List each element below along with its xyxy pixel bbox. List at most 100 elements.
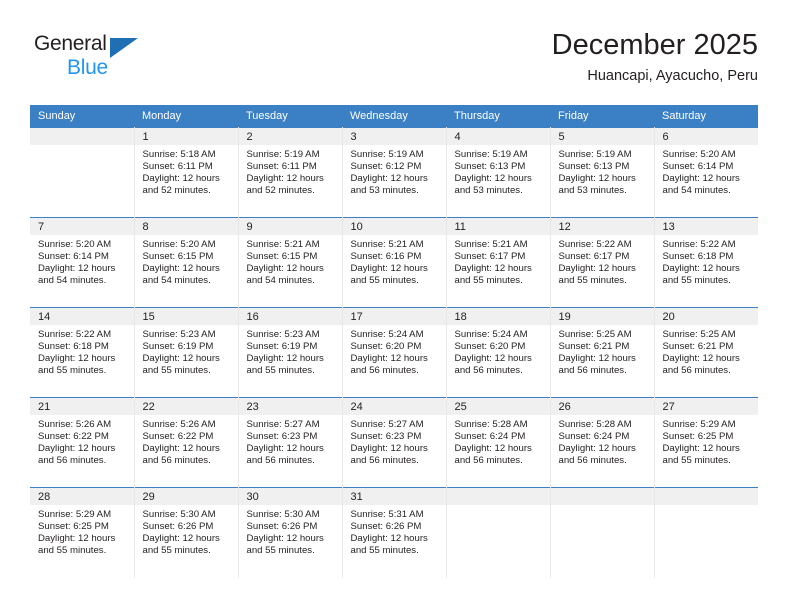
day-number: 12 — [550, 218, 654, 235]
calendar-day-cell[interactable]: 30 Sunrise: 5:30 AM Sunset: 6:26 PM Dayligh… — [238, 487, 343, 578]
daylight-duration: Daylight: 12 hours and 55 minutes. — [246, 532, 324, 556]
calendar-day-cell[interactable]: 14 Sunrise: 5:22 AM Sunset: 6:18 PM Dayligh… — [30, 307, 135, 398]
day-number: 9 — [238, 218, 342, 235]
daylight-duration: Daylight: 12 hours and 53 minutes. — [350, 172, 428, 196]
weekday-header-wednesday: Wednesday — [342, 105, 446, 128]
calendar-day-cell[interactable]: 11 Sunrise: 5:21 AM Sunset: 6:17 PM Dayligh… — [446, 217, 551, 308]
day-number: 22 — [134, 398, 238, 415]
day-number: 25 — [446, 398, 550, 415]
day-details: Sunrise: 5:23 AM Sunset: 6:19 PM Daylight:… — [135, 325, 238, 377]
daylight-duration: Daylight: 12 hours and 52 minutes. — [142, 172, 220, 196]
daylight-duration: Daylight: 12 hours and 56 minutes. — [662, 352, 740, 376]
calendar-day-cell[interactable]: 17 Sunrise: 5:24 AM Sunset: 6:20 PM Dayligh… — [342, 307, 447, 398]
sunset-time: Sunset: 6:24 PM — [558, 430, 630, 442]
calendar-day-cell[interactable]: 19 Sunrise: 5:25 AM Sunset: 6:21 PM Dayligh… — [550, 307, 655, 398]
sunrise-time: Sunrise: 5:24 AM — [454, 329, 528, 340]
day-details: Sunrise: 5:26 AM Sunset: 6:22 PM Daylight:… — [30, 415, 134, 467]
sunrise-time: Sunrise: 5:23 AM — [142, 329, 216, 340]
daylight-duration: Daylight: 12 hours and 56 minutes. — [142, 442, 220, 466]
calendar-day-cell[interactable]: 24 Sunrise: 5:27 AM Sunset: 6:23 PM Dayligh… — [342, 397, 447, 488]
calendar-head: Sunday Monday Tuesday Wednesday Thursday… — [30, 105, 758, 128]
sunset-time: Sunset: 6:19 PM — [142, 340, 214, 352]
day-details: Sunrise: 5:21 AM Sunset: 6:16 PM Daylight:… — [343, 235, 446, 287]
calendar-day-cell[interactable]: 28 Sunrise: 5:29 AM Sunset: 6:25 PM Dayligh… — [30, 487, 135, 578]
calendar-day-cell[interactable]: 10 Sunrise: 5:21 AM Sunset: 6:16 PM Dayligh… — [342, 217, 447, 308]
day-details: Sunrise: 5:30 AM Sunset: 6:26 PM Daylight:… — [239, 505, 342, 557]
sunset-time: Sunset: 6:22 PM — [142, 430, 214, 442]
calendar-day-cell[interactable]: 22 Sunrise: 5:26 AM Sunset: 6:22 PM Dayligh… — [134, 397, 239, 488]
calendar-day-cell[interactable]: 18 Sunrise: 5:24 AM Sunset: 6:20 PM Dayligh… — [446, 307, 551, 398]
day-details: Sunrise: 5:31 AM Sunset: 6:26 PM Daylight:… — [343, 505, 446, 557]
calendar-day-cell[interactable]: 3 Sunrise: 5:19 AM Sunset: 6:12 PM Daylight… — [342, 127, 447, 218]
calendar-day-cell[interactable]: 4 Sunrise: 5:19 AM Sunset: 6:13 PM Daylight… — [446, 127, 551, 218]
day-details: Sunrise: 5:28 AM Sunset: 6:24 PM Daylight:… — [551, 415, 654, 467]
sunrise-time: Sunrise: 5:25 AM — [662, 329, 736, 340]
daylight-duration: Daylight: 12 hours and 55 minutes. — [662, 262, 740, 286]
daylight-duration: Daylight: 12 hours and 55 minutes. — [142, 352, 220, 376]
sunrise-time: Sunrise: 5:25 AM — [558, 329, 632, 340]
sunrise-time: Sunrise: 5:26 AM — [38, 419, 112, 430]
sunset-time: Sunset: 6:12 PM — [350, 160, 422, 172]
day-details: Sunrise: 5:21 AM Sunset: 6:17 PM Daylight:… — [447, 235, 550, 287]
calendar-empty-cell — [446, 487, 551, 578]
calendar-day-cell[interactable]: 27 Sunrise: 5:29 AM Sunset: 6:25 PM Dayligh… — [654, 397, 758, 488]
calendar-day-cell[interactable]: 15 Sunrise: 5:23 AM Sunset: 6:19 PM Dayligh… — [134, 307, 239, 398]
day-number: 28 — [30, 488, 134, 505]
daylight-duration: Daylight: 12 hours and 56 minutes. — [454, 442, 532, 466]
calendar-day-cell[interactable]: 7 Sunrise: 5:20 AM Sunset: 6:14 PM Daylight… — [30, 217, 135, 308]
sunset-time: Sunset: 6:21 PM — [558, 340, 630, 352]
calendar-day-cell[interactable]: 2 Sunrise: 5:19 AM Sunset: 6:11 PM Daylight… — [238, 127, 343, 218]
day-number — [30, 128, 134, 145]
day-number: 8 — [134, 218, 238, 235]
calendar-day-cell[interactable]: 8 Sunrise: 5:20 AM Sunset: 6:15 PM Daylight… — [134, 217, 239, 308]
day-number: 7 — [30, 218, 134, 235]
calendar-day-cell[interactable]: 6 Sunrise: 5:20 AM Sunset: 6:14 PM Daylight… — [654, 127, 758, 218]
sunrise-time: Sunrise: 5:23 AM — [246, 329, 320, 340]
day-details: Sunrise: 5:21 AM Sunset: 6:15 PM Daylight:… — [239, 235, 342, 287]
weekday-header-row: Sunday Monday Tuesday Wednesday Thursday… — [30, 105, 758, 128]
calendar-day-cell[interactable]: 20 Sunrise: 5:25 AM Sunset: 6:21 PM Dayligh… — [654, 307, 758, 398]
calendar-day-cell[interactable]: 13 Sunrise: 5:22 AM Sunset: 6:18 PM Dayligh… — [654, 217, 759, 308]
sunset-time: Sunset: 6:11 PM — [142, 160, 213, 172]
sunrise-time: Sunrise: 5:21 AM — [454, 239, 528, 250]
daylight-duration: Daylight: 12 hours and 56 minutes. — [454, 352, 532, 376]
calendar-week-row: 28 Sunrise: 5:29 AM Sunset: 6:25 PM Dayligh… — [30, 487, 758, 578]
calendar-day-cell[interactable]: 31 Sunrise: 5:31 AM Sunset: 6:26 PM Dayligh… — [342, 487, 447, 578]
calendar-day-cell[interactable]: 26 Sunrise: 5:28 AM Sunset: 6:24 PM Dayligh… — [550, 397, 655, 488]
calendar-day-cell[interactable]: 12 Sunrise: 5:22 AM Sunset: 6:17 PM Dayligh… — [550, 217, 655, 308]
day-number: 31 — [342, 488, 446, 505]
day-details: Sunrise: 5:22 AM Sunset: 6:17 PM Daylight:… — [551, 235, 654, 287]
sunset-time: Sunset: 6:22 PM — [38, 430, 109, 442]
calendar-day-cell[interactable]: 23 Sunrise: 5:27 AM Sunset: 6:23 PM Dayligh… — [238, 397, 343, 488]
calendar-day-cell[interactable]: 16 Sunrise: 5:23 AM Sunset: 6:19 PM Dayligh… — [238, 307, 343, 398]
calendar-day-cell[interactable]: 1 Sunrise: 5:18 AM Sunset: 6:11 PM Daylight… — [134, 127, 239, 218]
sunrise-time: Sunrise: 5:31 AM — [350, 509, 424, 520]
calendar-day-cell[interactable]: 29 Sunrise: 5:30 AM Sunset: 6:26 PM Dayligh… — [134, 487, 239, 578]
sunset-time: Sunset: 6:13 PM — [454, 160, 526, 172]
sunset-time: Sunset: 6:11 PM — [246, 160, 317, 172]
day-number: 24 — [342, 398, 446, 415]
calendar-page: General Blue December 2025 Huancapi, Aya… — [0, 0, 792, 612]
day-details: Sunrise: 5:28 AM Sunset: 6:24 PM Daylight:… — [447, 415, 550, 467]
day-number: 23 — [238, 398, 342, 415]
day-number — [446, 488, 550, 505]
day-number: 19 — [550, 308, 654, 325]
weekday-header-thursday: Thursday — [446, 105, 550, 128]
sunrise-time: Sunrise: 5:28 AM — [558, 419, 632, 430]
sunrise-time: Sunrise: 5:18 AM — [142, 149, 216, 160]
day-number: 11 — [446, 218, 550, 235]
calendar-day-cell[interactable]: 25 Sunrise: 5:28 AM Sunset: 6:24 PM Dayligh… — [446, 397, 551, 488]
daylight-duration: Daylight: 12 hours and 55 minutes. — [350, 262, 428, 286]
calendar-day-cell[interactable]: 21 Sunrise: 5:26 AM Sunset: 6:22 PM Dayligh… — [30, 397, 135, 488]
sunset-time: Sunset: 6:19 PM — [246, 340, 318, 352]
day-details: Sunrise: 5:22 AM Sunset: 6:18 PM Daylight:… — [655, 235, 759, 287]
day-number: 16 — [238, 308, 342, 325]
daylight-duration: Daylight: 12 hours and 52 minutes. — [246, 172, 324, 196]
daylight-duration: Daylight: 12 hours and 55 minutes. — [38, 532, 116, 556]
calendar-week-row: 21 Sunrise: 5:26 AM Sunset: 6:22 PM Dayligh… — [30, 397, 758, 488]
day-number: 27 — [654, 398, 758, 415]
calendar-day-cell[interactable]: 9 Sunrise: 5:21 AM Sunset: 6:15 PM Daylight… — [238, 217, 343, 308]
sunset-time: Sunset: 6:26 PM — [246, 520, 318, 532]
calendar-day-cell[interactable]: 5 Sunrise: 5:19 AM Sunset: 6:13 PM Daylight… — [550, 127, 655, 218]
daylight-duration: Daylight: 12 hours and 56 minutes. — [558, 442, 636, 466]
